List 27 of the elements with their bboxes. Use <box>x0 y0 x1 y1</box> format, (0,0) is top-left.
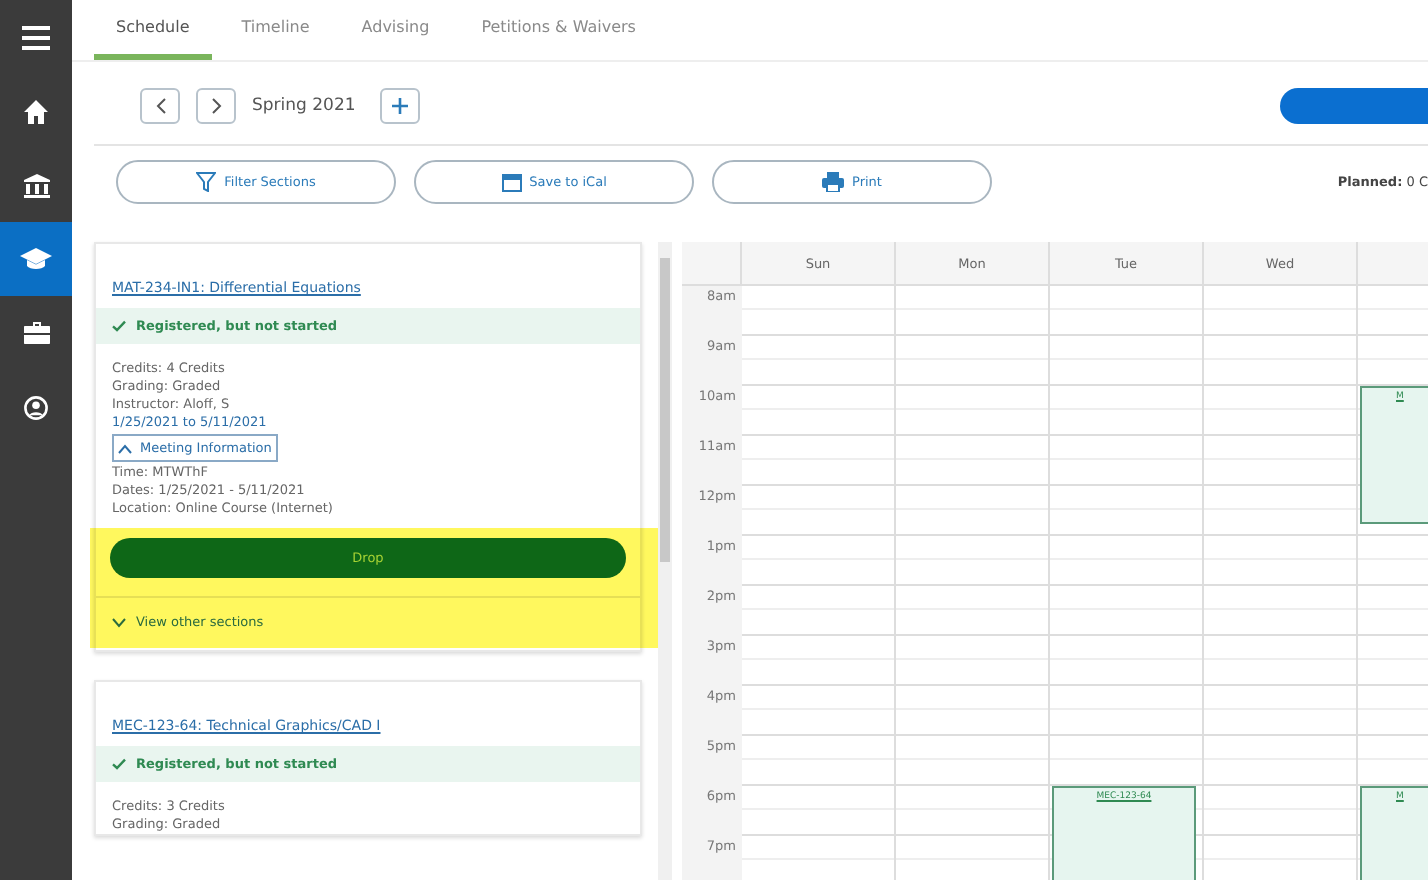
sidebar-item[interactable] <box>0 222 72 296</box>
check-icon <box>112 320 126 332</box>
briefcase-icon[interactable] <box>23 322 49 344</box>
home-icon[interactable] <box>24 99 48 123</box>
user-icon[interactable] <box>24 395 48 419</box>
scrollbar[interactable] <box>658 242 672 880</box>
header-corner <box>682 242 742 286</box>
filter-icon <box>196 172 217 192</box>
plus-icon <box>391 98 408 114</box>
tab[interactable]: Advising <box>339 0 452 60</box>
tab[interactable]: Petitions & Waivers <box>459 0 658 60</box>
next-term-button[interactable] <box>196 88 236 124</box>
menu-icon[interactable] <box>22 25 50 49</box>
tab[interactable]: Timeline <box>219 0 332 60</box>
previous-term-button[interactable] <box>140 88 180 124</box>
term-label: Spring 2021 <box>252 96 356 116</box>
caret-icon <box>118 443 132 453</box>
chevron-right-icon <box>211 98 221 114</box>
calendar-icon <box>501 172 522 192</box>
graduation-cap-icon[interactable] <box>20 248 52 270</box>
tab[interactable]: Schedule <box>94 0 212 60</box>
chevron-left-icon <box>155 98 165 114</box>
add-term-button[interactable] <box>379 88 420 124</box>
printer-icon <box>822 172 845 192</box>
bank-icon[interactable] <box>23 173 49 197</box>
primary-button[interactable] <box>1280 88 1428 124</box>
check-icon <box>112 758 126 770</box>
